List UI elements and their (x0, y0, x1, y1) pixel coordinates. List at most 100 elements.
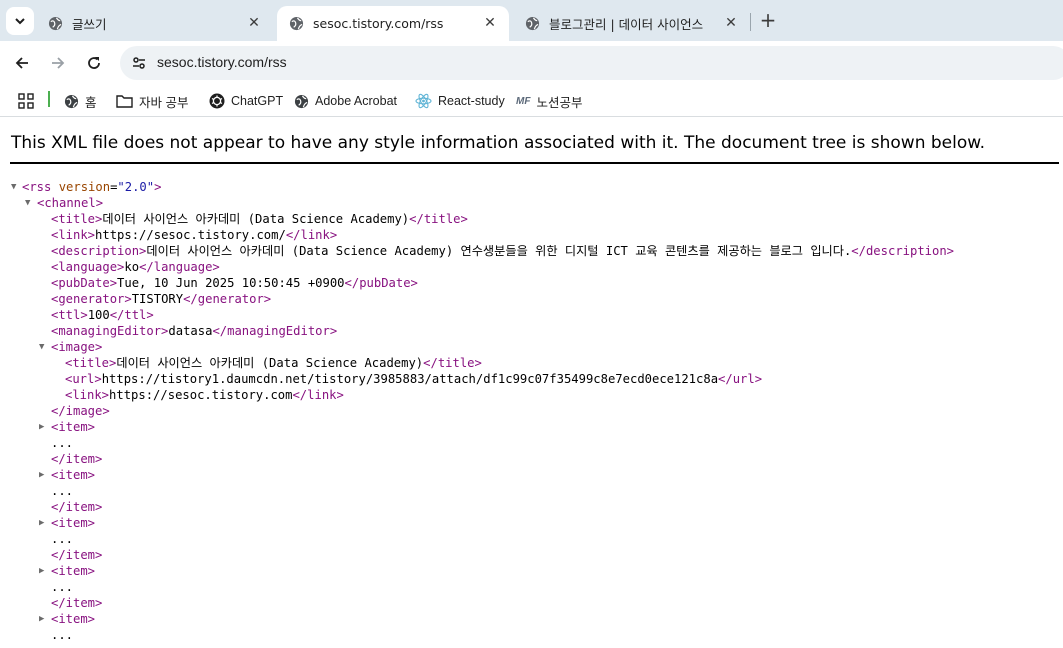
xml-channel-managing-editor: <managingEditor>datasa</managingEditor> (51, 323, 337, 339)
close-tab-icon[interactable]: ✕ (247, 16, 261, 30)
close-tab-icon[interactable]: ✕ (483, 16, 497, 30)
xml-channel-ttl: <ttl>100</ttl> (51, 307, 154, 323)
tag: </generator> (183, 292, 272, 306)
mf-icon: MF (516, 95, 531, 107)
tag: <link> (51, 228, 96, 242)
back-button[interactable] (10, 51, 34, 75)
reload-button[interactable] (82, 51, 106, 75)
bookmark-label: React-study (438, 94, 505, 108)
tab-blog-admin[interactable]: 블로그관리 | 데이터 사이언스 ✕ (513, 6, 750, 41)
xml-channel-pubdate: <pubDate>Tue, 10 Jun 2025 10:50:45 +0900… (51, 275, 418, 291)
text: ... (51, 532, 74, 546)
xml-item-ellipsis[interactable]: ... (51, 483, 73, 499)
xml-item-ellipsis[interactable]: ... (51, 435, 73, 451)
bookmark-notion-study[interactable]: MF 노션공부 (516, 91, 582, 111)
apps-grid-icon (18, 93, 34, 109)
text: ... (51, 580, 74, 594)
tag: </description> (851, 244, 955, 258)
xml-channel-description: <description>데이터 사이언스 아카데미 (Data Science… (51, 243, 954, 259)
collapse-triangle-icon[interactable]: ▼ (39, 342, 49, 352)
tag: </managingEditor> (212, 324, 338, 338)
xml-item-close: </item> (51, 499, 102, 515)
forward-button[interactable] (46, 51, 70, 75)
xml-item-open: <item> (51, 563, 95, 579)
text: ... (51, 628, 74, 642)
bookmarks-bar: 홈 자바 공부 ChatGPT Adobe Acrobat React-stud… (0, 85, 1063, 117)
xml-item-close: </item> (51, 547, 102, 563)
tab-write[interactable]: 글쓰기 ✕ (36, 6, 273, 41)
tag: <rss (22, 180, 52, 194)
tag: <pubDate> (51, 276, 118, 290)
collapse-triangle-icon[interactable]: ▼ (25, 198, 35, 208)
tab-strip: 글쓰기 ✕ sesoc.tistory.com/rss ✕ 블로그관리 | 데이… (0, 0, 1063, 41)
attr-value: "2.0" (117, 180, 155, 194)
bookmark-java-study[interactable]: 자바 공부 (116, 91, 188, 111)
tab-title: sesoc.tistory.com/rss (313, 16, 444, 31)
address-bar[interactable]: sesoc.tistory.com/rss (120, 46, 1063, 80)
attr-name: version (58, 180, 111, 194)
tag: </ttl> (109, 308, 154, 322)
tag: <title> (65, 356, 117, 370)
tag: <item> (51, 612, 96, 626)
expand-triangle-icon[interactable]: ▶ (39, 470, 49, 480)
tab-title: 블로그관리 | 데이터 사이언스 (549, 17, 704, 32)
tag: <item> (51, 516, 96, 530)
tag: </pubDate> (344, 276, 418, 290)
text: 데이터 사이언스 아카데미 (Data Science Academy) (116, 356, 424, 370)
bookmark-adobe-acrobat[interactable]: Adobe Acrobat (294, 91, 397, 111)
text: https://tistory1.daumcdn.net/tistory/398… (101, 372, 719, 386)
tab-title: 글쓰기 (72, 17, 107, 32)
xml-item-close: </item> (51, 451, 102, 467)
xml-image-url: <url>https://tistory1.daumcdn.net/tistor… (65, 371, 762, 387)
globe-icon (294, 94, 309, 108)
bookmark-chatgpt[interactable]: ChatGPT (209, 91, 283, 111)
tag: <language> (51, 260, 125, 274)
bookmark-separator (48, 91, 50, 107)
new-tab-button[interactable]: + (758, 10, 778, 30)
url-text: sesoc.tistory.com/rss (157, 54, 287, 70)
expand-triangle-icon[interactable]: ▶ (39, 422, 49, 432)
arrow-left-icon (15, 57, 28, 69)
xml-item-ellipsis[interactable]: ... (51, 627, 73, 643)
text: TISTORY (131, 292, 184, 306)
tag: <image> (51, 340, 103, 354)
tag: <title> (51, 212, 103, 226)
tag: <url> (65, 372, 102, 386)
expand-triangle-icon[interactable]: ▶ (39, 614, 49, 624)
bookmark-label: 홈 (85, 95, 97, 110)
tag: <ttl> (51, 308, 88, 322)
bookmark-react-study[interactable]: React-study (415, 91, 505, 111)
tag: </item> (51, 452, 103, 466)
text: 데이터 사이언스 아카데미 (Data Science Academy) (102, 212, 410, 226)
react-icon (415, 93, 432, 109)
tab-search-button[interactable] (6, 7, 34, 35)
text: datasa (168, 324, 213, 338)
site-info-button[interactable] (128, 52, 150, 74)
xml-item-ellipsis[interactable]: ... (51, 531, 73, 547)
tab-rss[interactable]: sesoc.tistory.com/rss ✕ (277, 6, 509, 41)
xml-channel-title: <title>데이터 사이언스 아카데미 (Data Science Acade… (51, 211, 468, 227)
bookmark-label: 노션공부 (536, 95, 583, 110)
bookmark-home[interactable]: 홈 (64, 91, 97, 111)
text: ... (51, 436, 74, 450)
arrow-right-icon (52, 57, 65, 69)
bookmark-label: 자바 공부 (139, 95, 189, 110)
xml-style-notice: This XML file does not appear to have an… (11, 133, 986, 153)
close-tab-icon[interactable]: ✕ (724, 16, 738, 30)
chatgpt-icon (209, 93, 225, 109)
tag: <item> (51, 468, 96, 482)
reload-icon (88, 57, 100, 69)
text: 데이터 사이언스 아카데미 (Data Science Academy) 연수생… (146, 244, 852, 258)
tag: <link> (65, 388, 110, 402)
xml-item-ellipsis[interactable]: ... (51, 579, 73, 595)
tag: <item> (51, 564, 96, 578)
expand-triangle-icon[interactable]: ▶ (39, 566, 49, 576)
text: https://sesoc.tistory.com/ (95, 228, 286, 242)
apps-button[interactable] (18, 91, 40, 111)
tag: <generator> (51, 292, 132, 306)
collapse-triangle-icon[interactable]: ▼ (11, 182, 21, 192)
expand-triangle-icon[interactable]: ▶ (39, 518, 49, 528)
tag: </link> (292, 388, 344, 402)
tag: <managingEditor> (51, 324, 169, 338)
xml-item-open: <item> (51, 419, 95, 435)
